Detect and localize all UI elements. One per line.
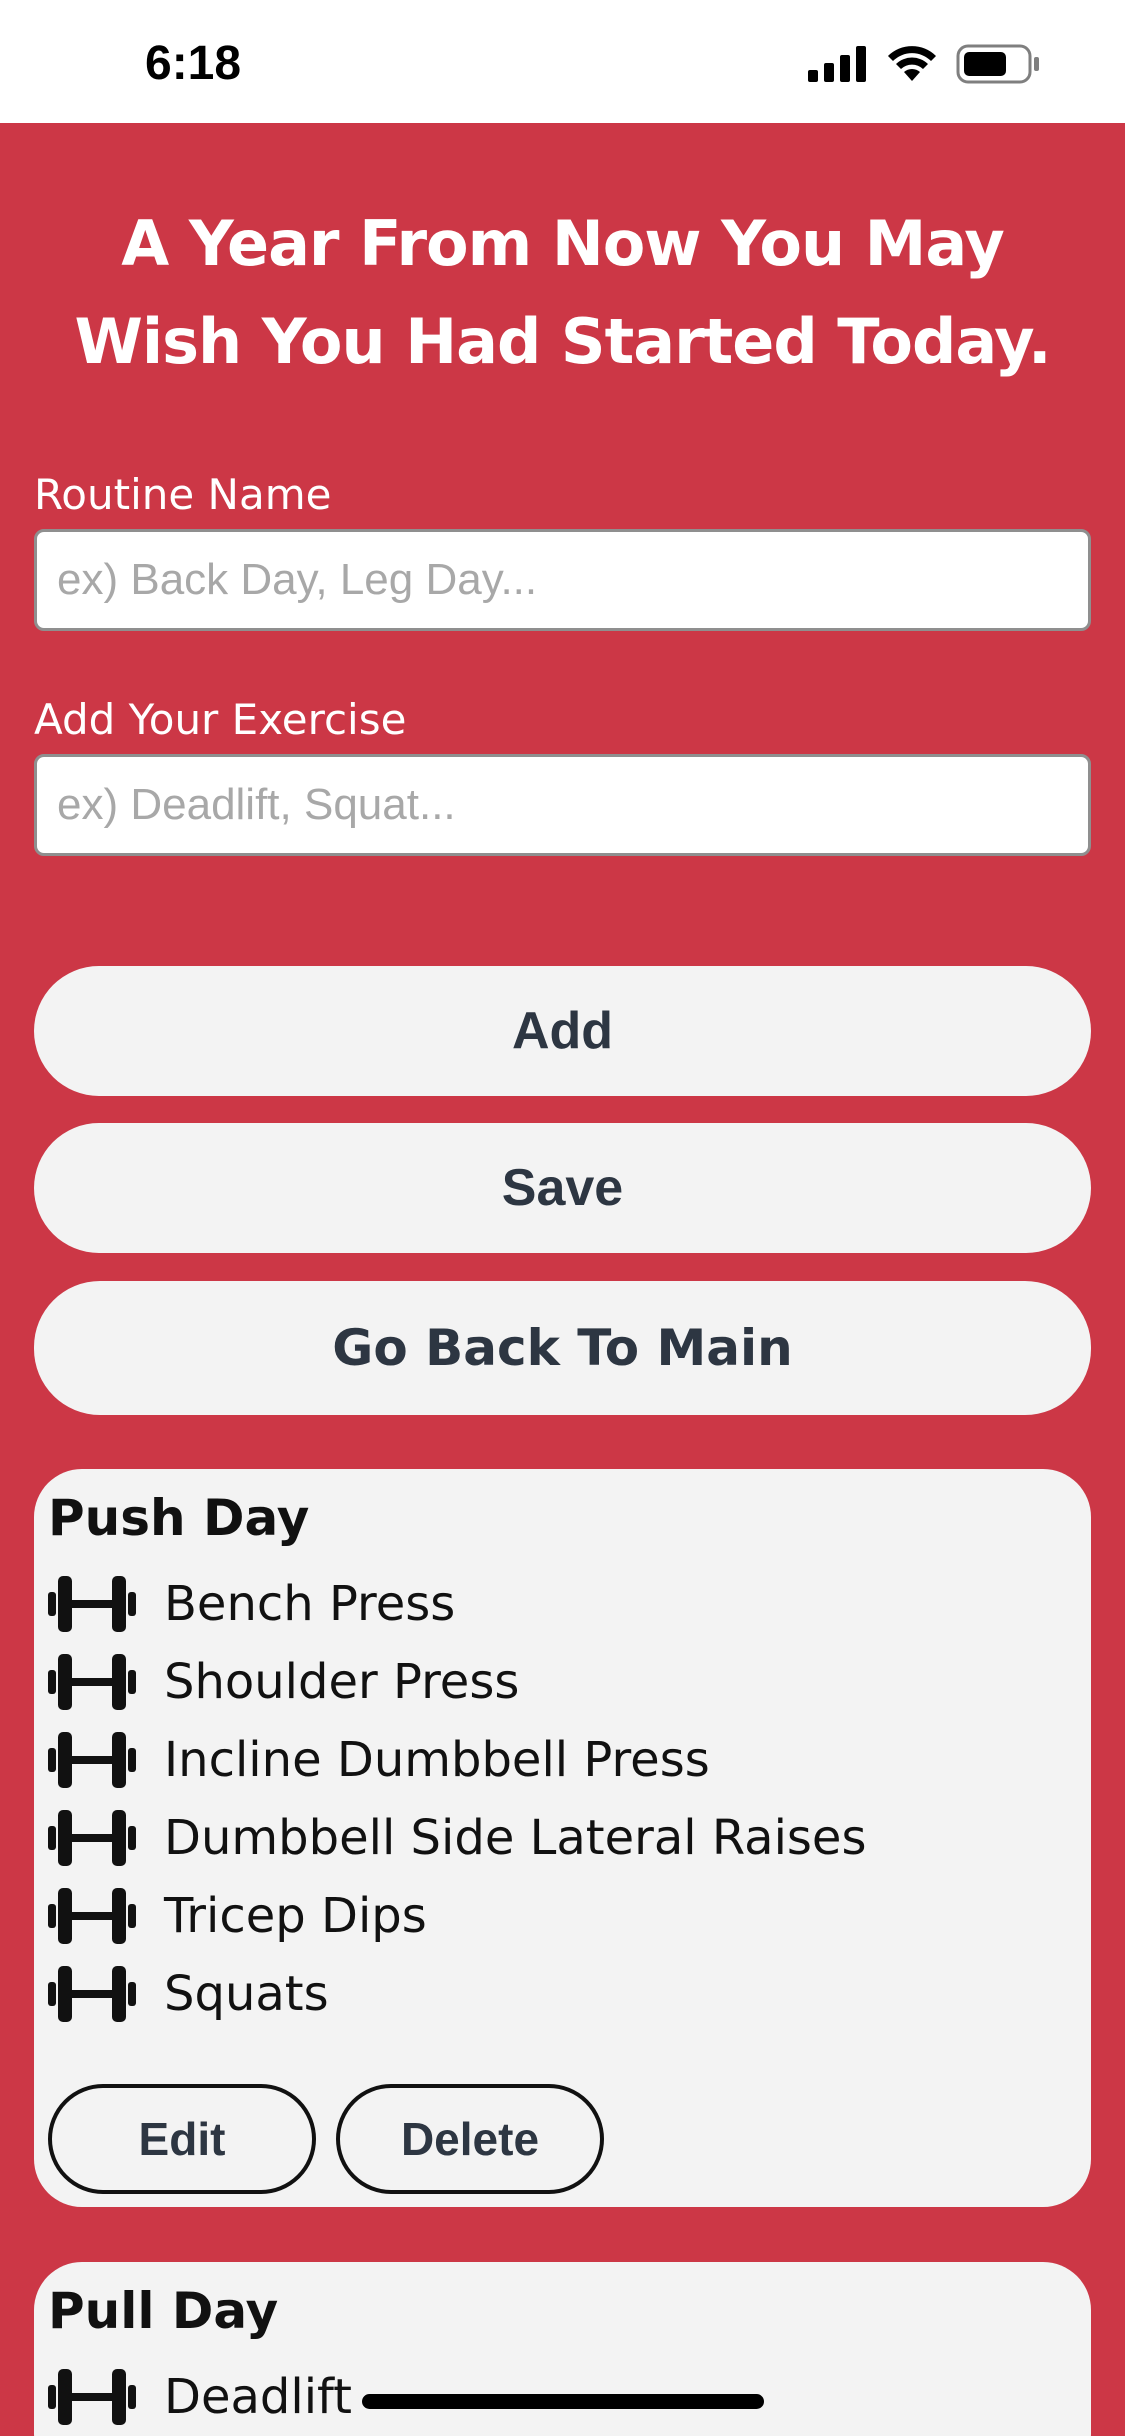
exercise-label: Tricep Dips xyxy=(164,1888,427,1944)
motivational-headline: A Year From Now You May Wish You Had Sta… xyxy=(74,207,1051,378)
add-exercise-label: Add Your Exercise xyxy=(34,695,407,744)
dumbbell-icon xyxy=(48,1654,136,1710)
status-time: 6:18 xyxy=(145,37,242,90)
edit-button[interactable]: Edit xyxy=(48,2084,316,2194)
list-item: Dumbbell Side Lateral Raises xyxy=(48,1803,866,1873)
home-indicator[interactable] xyxy=(362,2394,764,2409)
exercise-input[interactable] xyxy=(34,754,1091,856)
dumbbell-icon xyxy=(48,2369,136,2425)
add-button[interactable]: Add xyxy=(34,966,1091,1096)
signal-icon xyxy=(808,46,866,82)
list-item: Incline Dumbbell Press xyxy=(48,1725,710,1795)
exercise-label: Dumbbell Side Lateral Raises xyxy=(164,1810,867,1866)
wifi-icon xyxy=(888,46,936,81)
list-item: Shoulder Press xyxy=(48,1647,519,1717)
status-icons xyxy=(808,44,1040,84)
exercise-label: Deadlift xyxy=(164,2369,352,2425)
dumbbell-icon xyxy=(48,1576,136,1632)
dumbbell-icon xyxy=(48,1888,136,1944)
dumbbell-icon xyxy=(48,1732,136,1788)
list-item: Deadlift xyxy=(48,2362,352,2432)
exercise-label: Incline Dumbbell Press xyxy=(164,1732,710,1788)
routine-card-pull-day: Pull Day Deadlift xyxy=(34,2262,1091,2436)
list-item: Tricep Dips xyxy=(48,1881,427,1951)
routine-name-input[interactable] xyxy=(34,529,1091,631)
save-button[interactable]: Save xyxy=(34,1123,1091,1253)
dumbbell-icon xyxy=(48,1966,136,2022)
list-item: Squats xyxy=(48,1959,329,2029)
battery-icon xyxy=(956,44,1039,84)
go-back-to-main-button[interactable]: Go Back To Main xyxy=(34,1281,1091,1415)
routine-title: Push Day xyxy=(48,1489,310,1547)
delete-button[interactable]: Delete xyxy=(336,2084,604,2194)
routine-card-push-day: Push Day Bench Press Shoulder Press Incl… xyxy=(34,1469,1091,2207)
routine-name-label: Routine Name xyxy=(34,470,332,519)
exercise-label: Shoulder Press xyxy=(164,1654,520,1710)
exercise-label: Bench Press xyxy=(164,1576,456,1632)
status-bar: 6:18 xyxy=(0,0,1125,123)
list-item: Bench Press xyxy=(48,1569,455,1639)
routine-title: Pull Day xyxy=(48,2282,279,2340)
exercise-label: Squats xyxy=(164,1966,329,2022)
dumbbell-icon xyxy=(48,1810,136,1866)
